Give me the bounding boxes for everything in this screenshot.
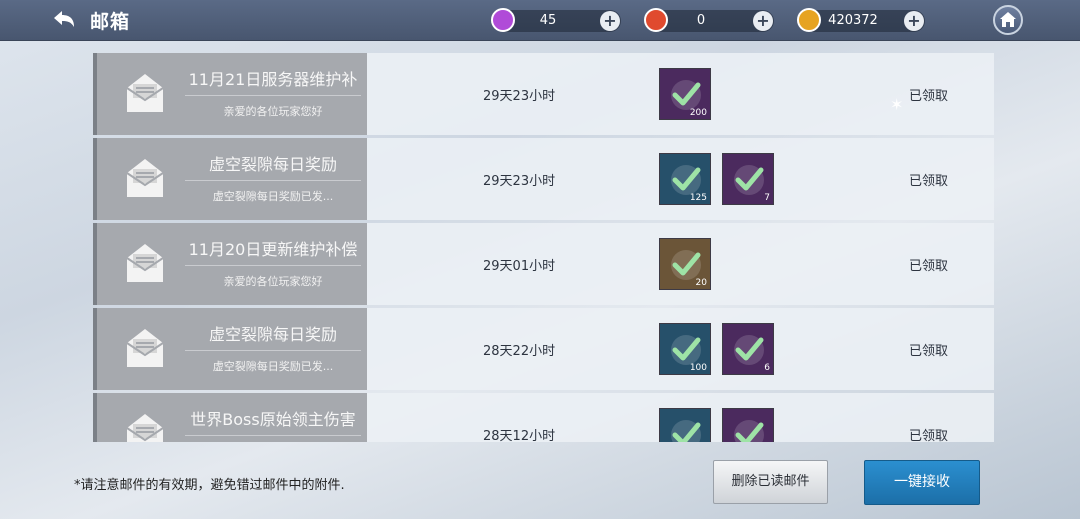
currency-value: 45	[539, 13, 557, 28]
claimed-check-icon	[671, 420, 701, 442]
mail-summary[interactable]: 11月20日更新维护补偿亲爱的各位玩家您好	[93, 223, 367, 305]
mail-summary[interactable]: 11月21日服务器维护补亲爱的各位玩家您好	[93, 53, 367, 135]
claimed-check-icon	[734, 420, 764, 442]
divider	[185, 350, 361, 351]
attachment-item[interactable]	[722, 408, 774, 442]
attachment-item[interactable]	[659, 408, 711, 442]
attachment-item[interactable]: 125	[659, 153, 711, 205]
mail-status: 已领取	[909, 174, 949, 189]
attachment-item[interactable]: 7	[722, 153, 774, 205]
envelope-icon	[125, 70, 165, 114]
item-quantity: 6	[764, 363, 770, 373]
mail-preview: 亲爱的各位玩家您好	[223, 105, 323, 118]
page-title: 邮箱	[90, 11, 131, 33]
divider	[185, 435, 361, 436]
mail-status: 已领取	[909, 429, 949, 442]
item-quantity: 20	[695, 278, 707, 288]
claim-all-button[interactable]: 一键接收	[864, 460, 980, 505]
attachment-item[interactable]: 200	[659, 68, 711, 120]
mail-list[interactable]: 11月21日服务器维护补 亲爱的各位玩家您好 29天23小时 200 已领取 虚空裂隙每日…	[93, 53, 994, 442]
mail-subject: 虚空裂隙每日奖励	[208, 155, 337, 174]
envelope-icon	[125, 155, 165, 199]
attachment-item[interactable]: 100	[659, 323, 711, 375]
mail-expiry: 29天01小时	[483, 259, 556, 274]
mail-row[interactable]: 世界Boss原始领主伤害 28天12小时 已领取	[93, 393, 994, 442]
item-quantity: 125	[689, 193, 707, 203]
mail-preview: 亲爱的各位玩家您好	[223, 275, 323, 288]
home-button[interactable]	[993, 5, 1023, 35]
divider	[185, 180, 361, 181]
claimed-check-icon	[734, 165, 764, 195]
mail-preview: 虚空裂隙每日奖励已发...	[212, 360, 334, 373]
mail-subject: 11月21日服务器维护补	[188, 70, 358, 89]
item-quantity: 7	[764, 193, 770, 203]
currency-gems: 45 +	[491, 8, 621, 32]
mail-expiry: 29天23小时	[483, 174, 556, 189]
mail-row[interactable]: 虚空裂隙每日奖励虚空裂隙每日奖励已发... 28天22小时 100 6 已领取	[93, 308, 994, 390]
divider	[185, 95, 361, 96]
mail-preview: 虚空裂隙每日奖励已发...	[212, 190, 334, 203]
mail-row[interactable]: 11月20日更新维护补偿亲爱的各位玩家您好 29天01小时 20 已领取	[93, 223, 994, 305]
home-icon	[1000, 12, 1016, 27]
envelope-icon	[125, 325, 165, 369]
mail-summary[interactable]: 虚空裂隙每日奖励虚空裂隙每日奖励已发...	[93, 308, 367, 390]
add-gems-button[interactable]: +	[600, 11, 620, 31]
currency-value: 420372	[828, 13, 878, 28]
mail-expiry: 28天12小时	[483, 429, 556, 442]
divider	[185, 265, 361, 266]
mail-subject: 世界Boss原始领主伤害	[190, 410, 356, 429]
mail-subject: 11月20日更新维护补偿	[188, 240, 358, 259]
mail-status: 已领取	[909, 259, 949, 274]
mail-summary[interactable]: 世界Boss原始领主伤害	[93, 393, 367, 442]
envelope-icon	[125, 410, 165, 442]
sparkle-decoration: ✶	[890, 95, 904, 114]
delete-read-mail-button[interactable]: 删除已读邮件	[713, 460, 828, 504]
mail-row[interactable]: 11月21日服务器维护补亲爱的各位玩家您好 29天23小时 200 已领取	[93, 53, 994, 135]
item-quantity: 100	[689, 363, 707, 373]
envelope-icon	[125, 240, 165, 284]
currency-value: 0	[696, 13, 706, 28]
currency-gold: 420372 +	[797, 8, 925, 32]
item-quantity: 200	[689, 108, 707, 118]
mail-status: 已领取	[909, 89, 949, 104]
attachment-item[interactable]: 6	[722, 323, 774, 375]
top-bar: 邮箱 45 + 0 + 420372 +	[0, 0, 1080, 41]
expiry-notice: *请注意邮件的有效期，避免错过邮件中的附件.	[74, 478, 345, 493]
mail-summary[interactable]: 虚空裂隙每日奖励虚空裂隙每日奖励已发...	[93, 138, 367, 220]
claimed-check-icon	[734, 335, 764, 365]
mail-row[interactable]: 虚空裂隙每日奖励虚空裂隙每日奖励已发... 29天23小时 125 7 已领取	[93, 138, 994, 220]
mail-expiry: 29天23小时	[483, 89, 556, 104]
add-gold-button[interactable]: +	[904, 11, 924, 31]
add-flame-button[interactable]: +	[753, 11, 773, 31]
currency-flame: 0 +	[644, 8, 774, 32]
attachment-item[interactable]: 20	[659, 238, 711, 290]
mail-subject: 虚空裂隙每日奖励	[208, 325, 337, 344]
mail-expiry: 28天22小时	[483, 344, 556, 359]
mail-status: 已领取	[909, 344, 949, 359]
back-arrow-icon[interactable]	[50, 6, 78, 34]
